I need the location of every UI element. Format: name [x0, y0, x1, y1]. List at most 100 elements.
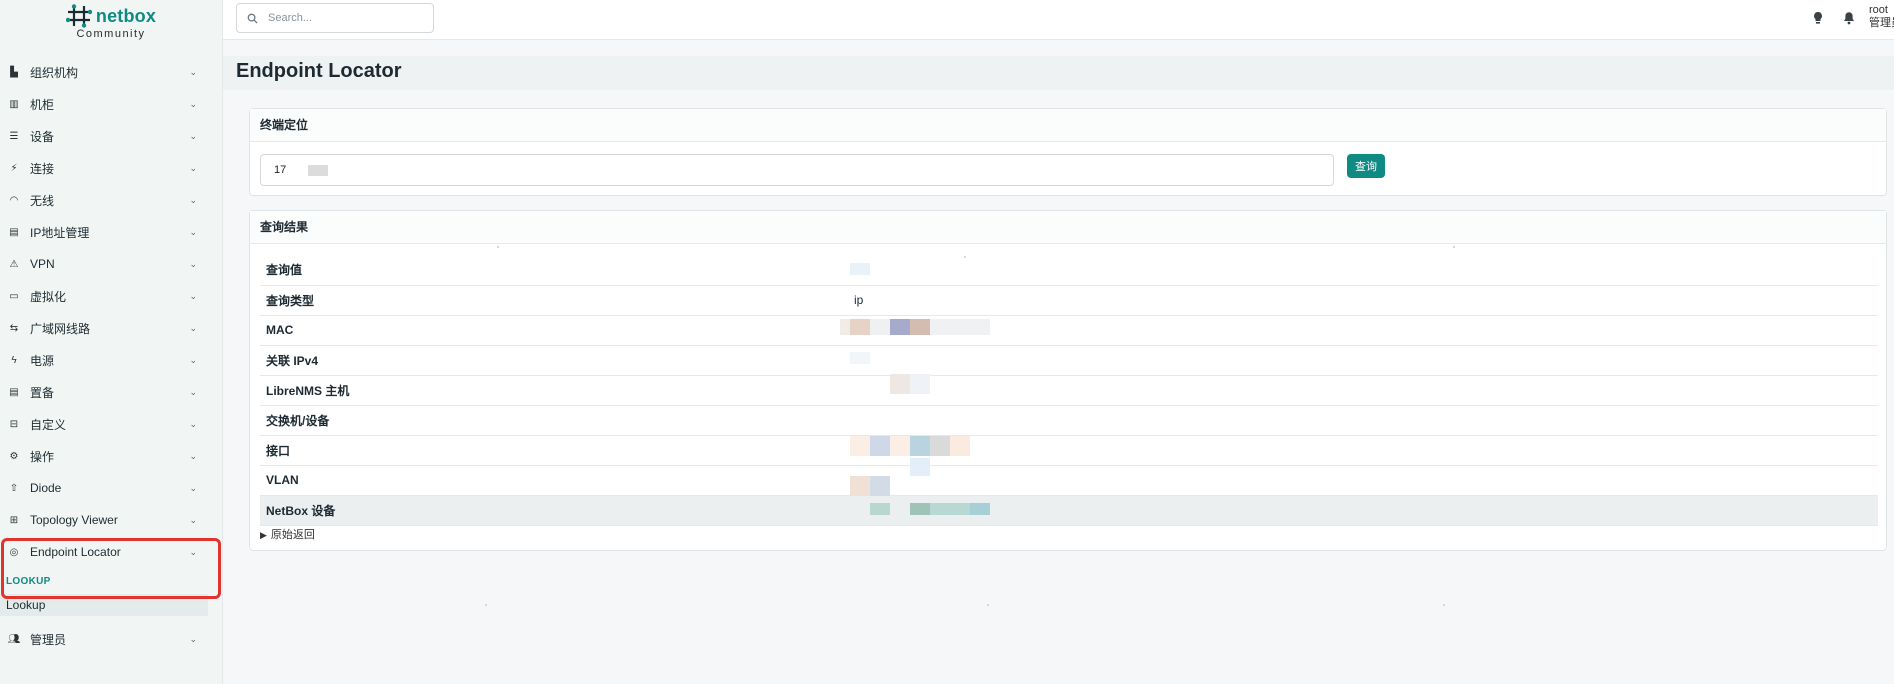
redacted-block	[850, 435, 870, 456]
redacted-block	[850, 351, 870, 364]
sidebar-item-wireless[interactable]: ◠ 无线 ⌄	[0, 184, 223, 216]
sidebar-item-label: Endpoint Locator	[30, 545, 121, 559]
sidebar-item-label: 连接	[30, 161, 55, 176]
row-value	[840, 315, 1878, 346]
redacted-block	[850, 263, 870, 275]
sidebar-item-topology-viewer[interactable]: ⊞ Topology Viewer ⌄	[0, 504, 223, 536]
wifi-icon: ◠	[9, 194, 19, 206]
sidebar-item-label: 自定义	[30, 417, 67, 432]
redacted-block	[308, 164, 329, 176]
chevron-down-icon: ⌄	[189, 194, 197, 205]
brand[interactable]: netbox Community	[0, 0, 222, 48]
chevron-down-icon: ⌄	[189, 386, 197, 397]
file-icon: ▤	[9, 386, 19, 398]
sidebar-item-label: Diode	[30, 481, 62, 495]
row-key: LibreNMS 主机	[260, 375, 850, 406]
sidebar-item-operations[interactable]: ⚙︎ 操作 ⌄	[0, 440, 223, 472]
row-value	[850, 457, 1878, 496]
redacted-block	[870, 502, 890, 515]
chevron-down-icon: ⌄	[189, 290, 197, 301]
row-key: 查询类型	[260, 285, 850, 316]
row-key: 查询值	[260, 255, 850, 286]
search-input[interactable]	[268, 12, 418, 24]
row-key: VLAN	[260, 465, 850, 496]
redacted-block	[930, 435, 950, 456]
sidebar-item-label: Topology Viewer	[30, 513, 118, 527]
sidebar-item-label: 广域网线路	[30, 321, 91, 336]
table-row: 关联 IPv4	[260, 345, 1878, 376]
user-name: root	[1869, 4, 1888, 16]
sidebar-item-customization[interactable]: ⊟ 自定义 ⌄	[0, 408, 223, 440]
rack-icon: ▥	[9, 98, 19, 110]
sidebar-item-power[interactable]: ϟ 电源 ⌄	[0, 344, 223, 376]
sidebar-item-circuits[interactable]: ⇆ 广域网线路 ⌄	[0, 312, 223, 344]
transit-icon: ⇆	[9, 322, 19, 334]
brand-subtitle: Community	[76, 28, 146, 40]
decorative-dot	[485, 604, 487, 606]
page-header-bar	[223, 56, 1894, 90]
sidebar-item-endpoint-locator[interactable]: ◎ Endpoint Locator ⌄	[0, 536, 223, 568]
sidebar-item-ipam[interactable]: ▤ IP地址管理 ⌄	[0, 216, 223, 248]
redacted-block	[890, 373, 910, 394]
table-row: 查询值	[260, 255, 1878, 286]
redacted-block	[930, 318, 990, 335]
raw-response-label: 原始返回	[270, 529, 315, 541]
lookup-input[interactable]: 17	[260, 154, 1334, 186]
decorative-dot	[987, 604, 989, 606]
lookup-card-header: 终端定位	[250, 109, 1886, 142]
redacted-block	[970, 502, 990, 515]
sidebar-item-vpn[interactable]: ⚠︎ VPN ⌄	[0, 248, 223, 280]
sidebar-item-diode[interactable]: ⇧ Diode ⌄	[0, 472, 223, 504]
table-row: NetBox 设备	[260, 495, 1878, 526]
chevron-down-icon: ⌄	[189, 322, 197, 333]
sidebar-item-provisioning[interactable]: ▤ 置备 ⌄	[0, 376, 223, 408]
chevron-down-icon: ⌄	[189, 226, 197, 237]
chevron-down-icon: ⌄	[189, 162, 197, 173]
raw-response-toggle[interactable]: ▶ 原始返回	[260, 526, 315, 542]
results-card-header: 查询结果	[250, 211, 1886, 244]
chevron-down-icon: ⌄	[189, 514, 197, 525]
tunnel-icon: ⚠︎	[9, 258, 19, 270]
nav-section-heading: LOOKUP	[6, 576, 51, 587]
chevron-down-icon: ⌄	[189, 546, 197, 557]
users-icon: 👥︎	[7, 633, 21, 645]
decorative-dot	[1453, 246, 1455, 248]
bell-icon[interactable]	[1841, 10, 1857, 26]
sidebar-item-virtualization[interactable]: ▭ 虚拟化 ⌄	[0, 280, 223, 312]
upload-icon: ⇧	[9, 482, 19, 494]
plug-icon: ⚡︎	[10, 162, 18, 174]
decorative-dot	[964, 256, 966, 258]
user-role: 管理员	[1869, 17, 1894, 29]
row-key: MAC	[260, 315, 850, 346]
results-table: 查询值 查询类型 ip MAC 关联 IPv4 LibreNMS 主机 交换机/…	[260, 255, 1878, 526]
flash-icon: ϟ	[11, 354, 17, 366]
sidebar-item-label: 机柜	[30, 97, 55, 112]
lightbulb-icon[interactable]	[1810, 10, 1826, 26]
sidebar-item-racks[interactable]: ▥ 机柜 ⌄	[0, 88, 223, 120]
sidebar-item-label: IP地址管理	[30, 225, 90, 240]
search-box[interactable]	[236, 3, 434, 33]
sidebar-item-label: 置备	[30, 385, 55, 400]
chevron-down-icon: ⌄	[189, 66, 197, 77]
lookup-card: 终端定位 17 查询	[249, 108, 1887, 196]
sidebar-item-admin[interactable]: 👥︎ 管理员 ⌄	[0, 623, 223, 655]
sidebar-item-label: 管理员	[30, 632, 67, 647]
chevron-down-icon: ⌄	[189, 450, 197, 461]
query-button[interactable]: 查询	[1347, 154, 1385, 178]
user-menu[interactable]: root 管理员	[1869, 4, 1894, 30]
sidebar-subitem-lookup[interactable]: Lookup	[0, 594, 208, 616]
redacted-block	[910, 502, 930, 515]
sidebar-item-organization[interactable]: ▙ 组织机构 ⌄	[0, 56, 223, 88]
results-card: 查询结果 查询值 查询类型 ip MAC 关联 IPv4 LibreNMS 主机…	[249, 210, 1887, 551]
sidebar-item-devices[interactable]: ☰ 设备 ⌄	[0, 120, 223, 152]
top-header: root 管理员	[223, 0, 1894, 40]
row-value	[850, 345, 1878, 376]
sidebar-item-label: 设备	[30, 129, 55, 144]
sidebar-item-label: VPN	[30, 257, 55, 271]
server-icon: ☰	[9, 130, 19, 142]
sidebar: netbox Community ▙ 组织机构 ⌄ ▥ 机柜 ⌄ ☰ 设备 ⌄ …	[0, 0, 223, 684]
chevron-down-icon: ⌄	[189, 258, 197, 269]
redacted-block	[850, 475, 870, 496]
sidebar-item-connections[interactable]: ⚡︎ 连接 ⌄	[0, 152, 223, 184]
redacted-block	[840, 318, 850, 335]
